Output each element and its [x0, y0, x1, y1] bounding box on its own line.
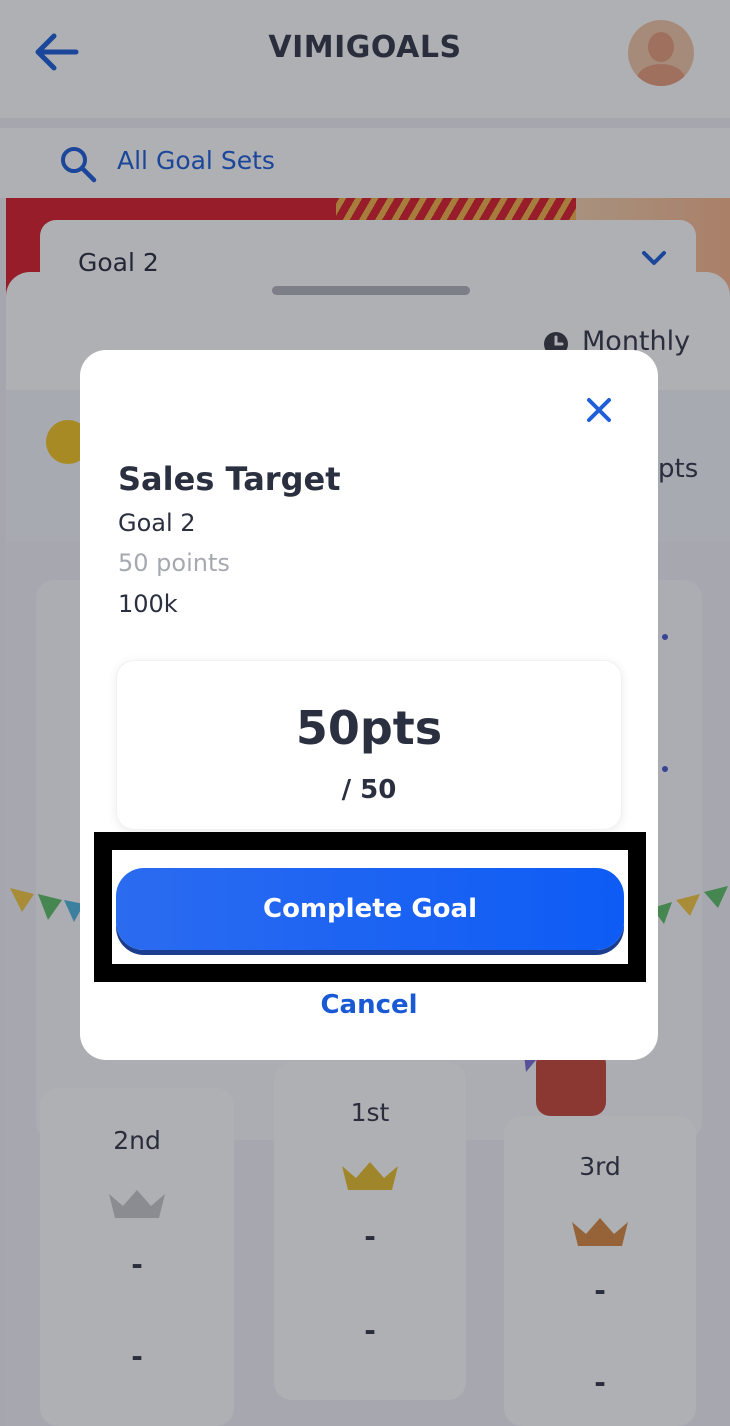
goal-title: Sales Target: [118, 460, 341, 498]
goal-points: 50 points: [118, 549, 230, 577]
progress-card: 50pts / 50: [116, 660, 622, 830]
close-icon[interactable]: [584, 395, 614, 425]
app-screen: VIMIGOALS All Goal Sets Goal 2 Monthly p…: [0, 0, 730, 1426]
progress-total: / 50: [341, 775, 397, 805]
goal-name: Goal 2: [118, 509, 196, 537]
complete-goal-button[interactable]: Complete Goal: [116, 868, 624, 950]
progress-value: 50pts: [295, 701, 443, 755]
goal-target: 100k: [118, 590, 178, 618]
cancel-button[interactable]: Cancel: [80, 990, 658, 1020]
